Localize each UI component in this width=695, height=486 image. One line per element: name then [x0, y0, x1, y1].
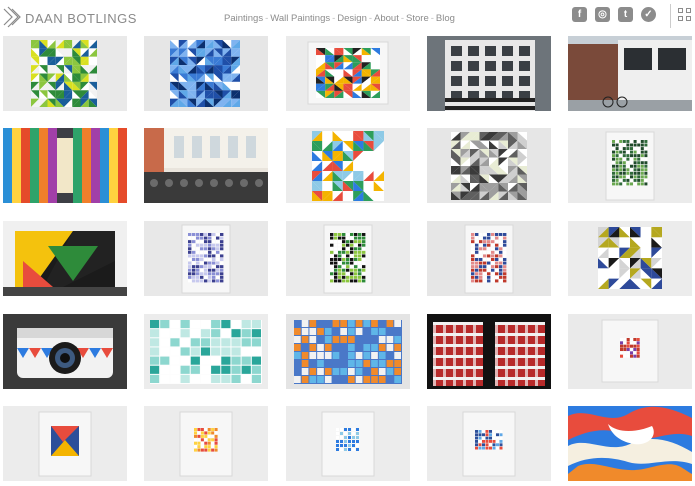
main-nav: Paintings - Wall Paintings - Design - Ab… [224, 13, 455, 24]
nav-separator: - [368, 13, 373, 24]
thumb-red-pattern-print[interactable] [427, 221, 551, 296]
thumb-camouflage-pattern[interactable] [568, 406, 692, 481]
logo-mark-icon [3, 6, 21, 28]
nav-separator: - [332, 13, 336, 24]
thumb-geometric-bag-photo[interactable] [3, 221, 127, 296]
header-divider [670, 4, 671, 28]
logo-text: DAAN BOTLINGS [25, 10, 137, 26]
thumb-purple-pattern-print[interactable] [144, 221, 268, 296]
thumb-blue-pattern-framed[interactable] [427, 406, 551, 481]
site-logo[interactable]: DAAN BOTLINGS [3, 5, 137, 31]
nav-item-about[interactable]: About [374, 13, 399, 24]
thumb-teal-grid-canvas[interactable] [144, 314, 268, 389]
thumb-yellow-squares-canvas[interactable] [568, 221, 692, 296]
facebook-icon[interactable]: f [572, 7, 587, 22]
thumb-image [568, 314, 692, 389]
thumb-image [286, 36, 410, 111]
thumb-image [3, 406, 127, 481]
thumb-camera-photo[interactable] [3, 314, 127, 389]
thumb-green-triangles-canvas[interactable] [3, 36, 127, 111]
thumb-orange-blue-grid-canvas[interactable] [286, 314, 410, 389]
thumb-image [568, 406, 692, 481]
thumb-multicolor-triangles-framed[interactable] [286, 36, 410, 111]
thumb-image [568, 221, 692, 296]
nav-item-paintings[interactable]: Paintings [224, 13, 263, 24]
thumb-image [3, 128, 127, 203]
thumb-image [286, 221, 410, 296]
thumb-green-pattern-framed[interactable] [568, 128, 692, 203]
grid-view-icon[interactable] [678, 8, 691, 21]
thumb-image [3, 221, 127, 296]
thumb-image [568, 36, 692, 111]
thumb-image [144, 221, 268, 296]
thumb-small-collage-framed[interactable] [3, 406, 127, 481]
nav-separator: - [265, 13, 269, 24]
site-header: DAAN BOTLINGS Paintings - Wall Paintings… [0, 0, 695, 34]
thumb-image [427, 406, 551, 481]
thumb-blue-grid-framed[interactable] [286, 406, 410, 481]
tumblr-icon[interactable]: t [618, 7, 633, 22]
thumb-small-red-square-framed[interactable] [568, 314, 692, 389]
thumb-grey-triangles-canvas[interactable] [427, 128, 551, 203]
thumb-image [427, 36, 551, 111]
nav-item-wall-paintings[interactable]: Wall Paintings [270, 13, 330, 24]
thumb-image [3, 314, 127, 389]
thumb-image [286, 314, 410, 389]
nav-item-design[interactable]: Design [337, 13, 367, 24]
thumb-image [427, 128, 551, 203]
thumb-gallery-interior-photo[interactable] [144, 128, 268, 203]
thumb-colored-hallway-photo[interactable] [3, 128, 127, 203]
thumb-grid-triangles-canvas[interactable] [286, 128, 410, 203]
social-links: f ◎ t ✓ [572, 7, 656, 22]
thumb-plaid-shirts-photo[interactable] [427, 314, 551, 389]
nav-separator: - [430, 13, 434, 24]
thumb-image [144, 406, 268, 481]
nav-item-store[interactable]: Store [406, 13, 429, 24]
thumb-image [427, 221, 551, 296]
thumb-street-storefront-photo[interactable] [568, 36, 692, 111]
instagram-icon[interactable]: ◎ [595, 7, 610, 22]
thumb-image [144, 314, 268, 389]
thumb-image [568, 128, 692, 203]
thumb-image [286, 406, 410, 481]
thumb-orange-squares-framed[interactable] [144, 406, 268, 481]
nav-separator: - [400, 13, 405, 24]
twitter-icon[interactable]: ✓ [641, 7, 656, 22]
thumb-blue-triangles-canvas[interactable] [144, 36, 268, 111]
thumb-image [144, 128, 268, 203]
thumb-image [144, 36, 268, 111]
thumb-image [3, 36, 127, 111]
thumb-image [286, 128, 410, 203]
nav-item-blog[interactable]: Blog [436, 13, 455, 24]
thumb-building-corner-photo[interactable] [427, 36, 551, 111]
thumb-green-pattern-print[interactable] [286, 221, 410, 296]
thumb-image [427, 314, 551, 389]
